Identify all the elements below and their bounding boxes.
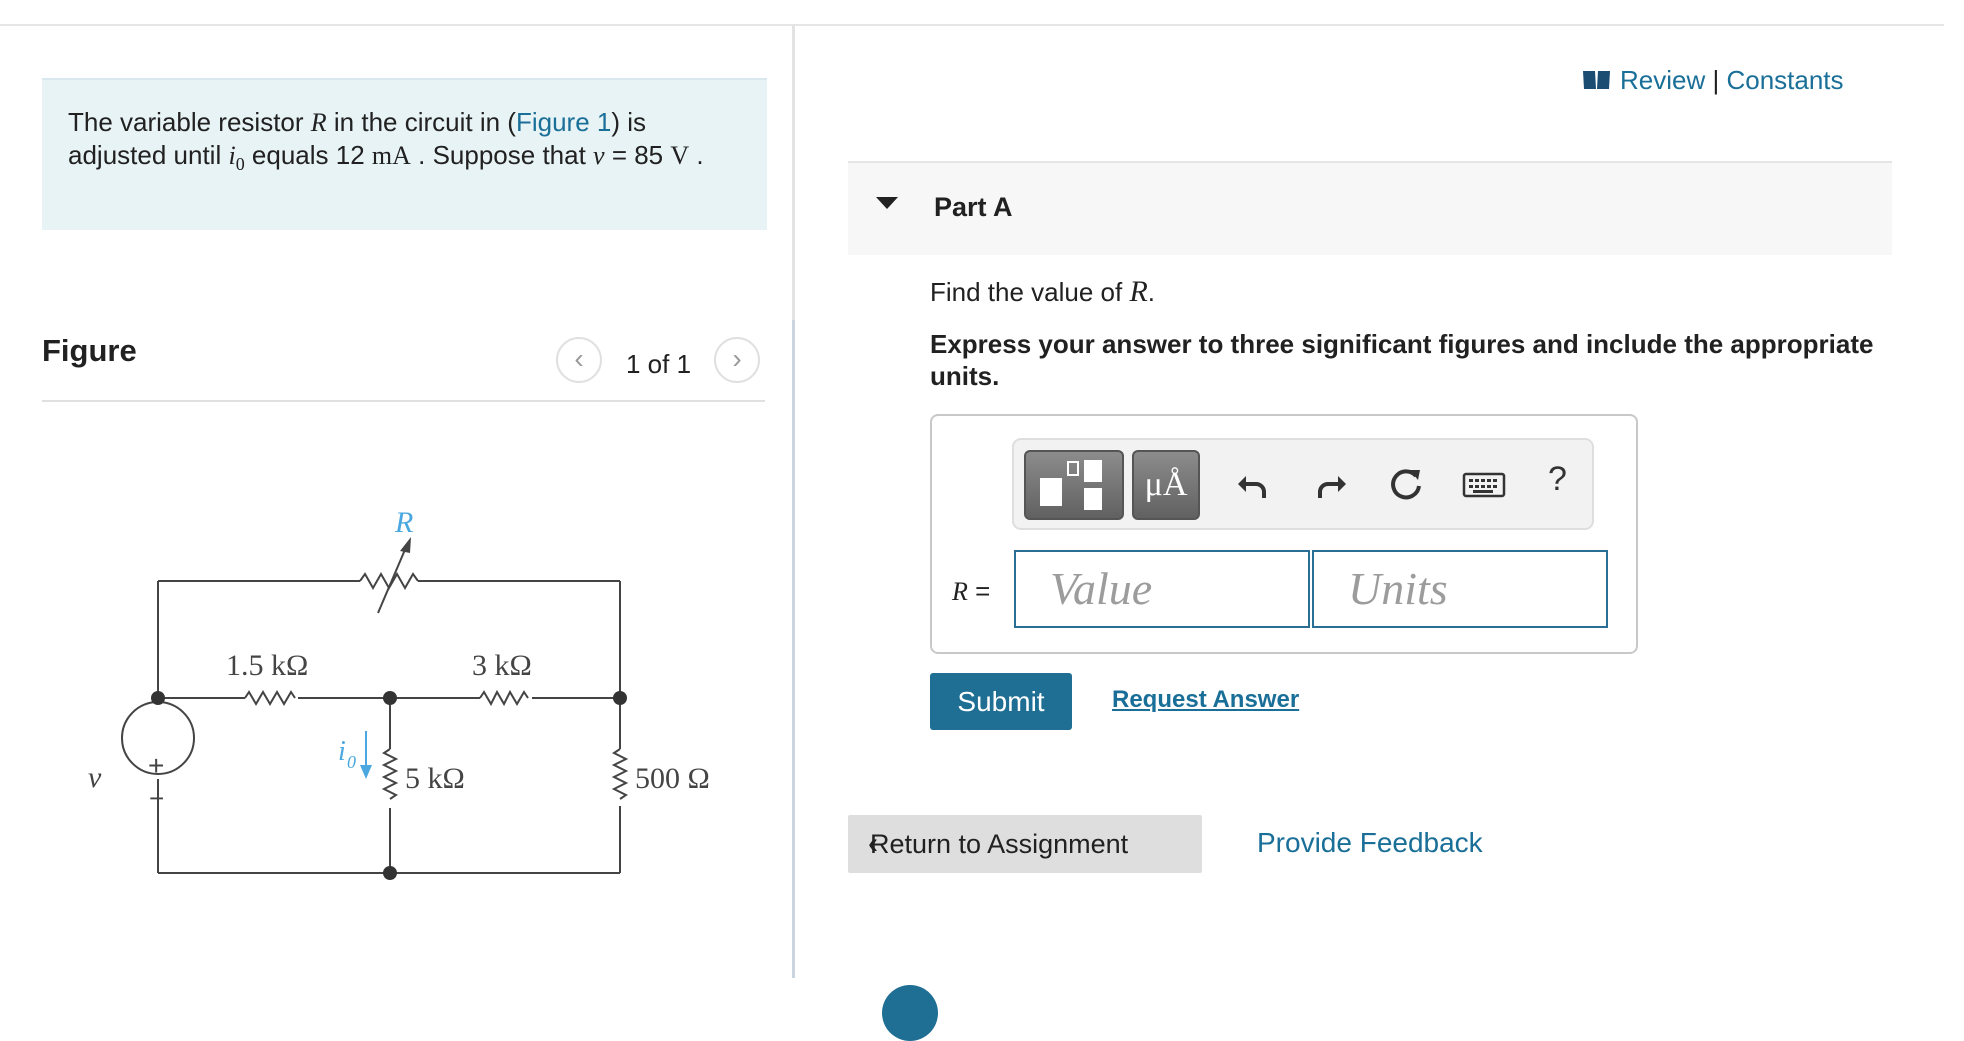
junction-dot xyxy=(383,866,397,880)
column-divider-scroll[interactable] xyxy=(792,320,795,978)
units-input[interactable]: Units xyxy=(1312,550,1608,628)
label-r: R xyxy=(394,506,413,539)
request-answer-link[interactable]: Request Answer xyxy=(1112,686,1299,714)
label-3k: 3 kΩ xyxy=(472,649,532,682)
problem-text: . Suppose that xyxy=(410,140,594,170)
undo-icon[interactable] xyxy=(1234,464,1274,504)
answer-instructions: Express your answer to three significant… xyxy=(930,329,1874,391)
unit-ma: mA xyxy=(371,141,411,170)
question-text-suffix: . xyxy=(1147,277,1156,307)
resistor-500 xyxy=(611,748,629,800)
label-minus: − xyxy=(149,783,164,813)
return-label: Return to Assignment xyxy=(870,829,1129,859)
var-i0-subscript: 0 xyxy=(235,154,245,175)
next-figure-button[interactable]: › xyxy=(714,337,760,383)
part-a-title: Part A xyxy=(934,192,1013,222)
unit-v: V xyxy=(670,141,690,170)
caret-down-icon xyxy=(876,197,898,209)
junction-dot xyxy=(151,691,165,705)
var-i0: i xyxy=(228,141,236,170)
junction-dot xyxy=(383,691,397,705)
part-a-header[interactable]: Part A xyxy=(848,161,1892,255)
top-rule xyxy=(0,24,1944,26)
figure-counter: 1 of 1 xyxy=(626,349,692,379)
problem-statement: The variable resistor R in the circuit i… xyxy=(42,78,767,230)
var-r: R xyxy=(310,108,327,137)
problem-text: The variable resistor xyxy=(68,107,311,137)
var-r: R xyxy=(1129,275,1148,308)
label-5k: 5 kΩ xyxy=(405,762,465,795)
review-link[interactable]: Review xyxy=(1620,65,1705,95)
submit-button[interactable]: Submit xyxy=(930,673,1072,730)
problem-text: in the circuit in ( xyxy=(326,107,516,137)
circuit-diagram: R 1.5 kΩ 3 kΩ 5 kΩ 500 Ω v + − i 0 xyxy=(88,506,710,880)
equals-sign: = xyxy=(967,576,991,606)
links-separator: | xyxy=(1705,65,1727,95)
label-i0: i xyxy=(338,736,346,767)
problem-text: . xyxy=(689,140,704,170)
resistor-3k xyxy=(479,689,529,707)
units-button[interactable]: μÅ xyxy=(1132,450,1200,520)
question-text-prefix: Find the value of xyxy=(930,277,1130,307)
problem-text: equals 12 xyxy=(244,140,372,170)
book-icon xyxy=(1583,71,1610,89)
question-text: Find the value of R. xyxy=(930,275,1155,309)
resistor-5k xyxy=(381,748,399,800)
provide-feedback-link[interactable]: Provide Feedback xyxy=(1257,827,1483,859)
label-source-v: v xyxy=(88,761,102,794)
constants-link[interactable]: Constants xyxy=(1726,65,1843,95)
label-500: 500 Ω xyxy=(635,762,710,795)
label-1k5: 1.5 kΩ xyxy=(226,649,308,682)
fraction-template-icon xyxy=(1040,460,1102,510)
resistor-1k5 xyxy=(244,690,296,706)
figure-link[interactable]: Figure 1 xyxy=(516,107,611,137)
figure-heading: Figure xyxy=(42,333,137,368)
value-input[interactable]: Value xyxy=(1014,550,1310,628)
templates-button[interactable] xyxy=(1024,450,1124,520)
junction-dot xyxy=(613,691,627,705)
return-to-assignment-button[interactable]: ‹ Return to Assignment xyxy=(848,815,1202,873)
answer-box: μÅ ? R = Value Units xyxy=(930,414,1638,654)
var-v: v xyxy=(593,141,605,170)
problem-text: = 85 xyxy=(604,140,671,170)
keyboard-icon[interactable] xyxy=(1462,464,1506,504)
review-constants-links: Review | Constants xyxy=(1582,65,1844,96)
partial-circle-badge xyxy=(882,985,938,1041)
variable-arrow xyxy=(377,544,408,614)
help-button[interactable]: ? xyxy=(1548,460,1567,499)
chevron-left-icon: ‹ xyxy=(868,827,878,860)
figure-divider xyxy=(42,400,765,402)
var-r: R xyxy=(952,577,968,606)
label-plus: + xyxy=(148,750,164,781)
redo-icon[interactable] xyxy=(1310,464,1350,504)
previous-figure-button[interactable]: ‹ xyxy=(556,337,602,383)
label-i0-sub: 0 xyxy=(347,752,356,772)
chevron-right-icon: › xyxy=(732,343,742,374)
chevron-left-icon: ‹ xyxy=(574,343,584,374)
reset-icon[interactable] xyxy=(1386,464,1426,504)
answer-variable-label: R = xyxy=(952,576,990,607)
math-toolbar: μÅ ? xyxy=(1012,438,1594,530)
